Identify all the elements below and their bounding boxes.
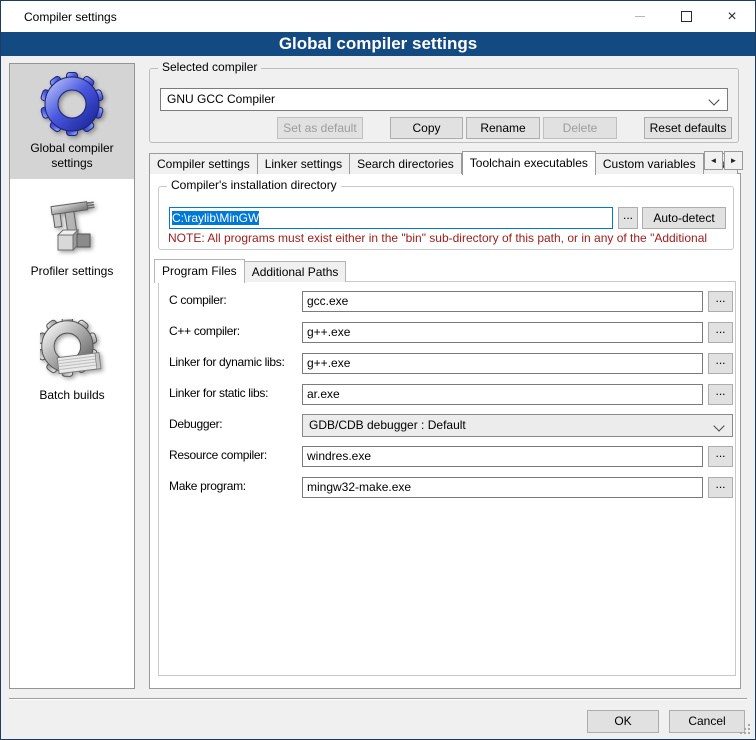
selected-text: C:\raylib\MinGW [172,211,259,225]
chevron-down-icon [708,94,719,105]
sidebar-item-profiler-settings[interactable]: Profiler settings [10,187,134,287]
left-arrow-icon: ◄ [710,156,718,165]
compiler-settings-window: Compiler settings × Global compiler sett… [0,0,756,740]
make-program-input[interactable]: mingw32-make.exe [302,477,703,498]
settings-tabbar: Compiler settings Linker settings Search… [149,150,738,174]
debugger-select-value: GDB/CDB debugger : Default [309,418,466,432]
toolchain-executables-panel: Compiler's installation directory C:\ray… [149,173,741,689]
make-program-browse-button[interactable]: ... [708,477,733,498]
compiler-select[interactable]: GNU GCC Compiler [160,88,728,111]
group-legend: Selected compiler [158,60,261,74]
chevron-down-icon [713,420,724,431]
make-program-label: Make program: [169,479,246,493]
sidebar-item-batch-builds[interactable]: Batch builds [10,311,134,411]
gear-stack-icon [40,319,104,383]
debugger-label: Debugger: [169,417,222,431]
selected-compiler-group: Selected compiler GNU GCC Compiler Set a… [149,68,739,143]
dialog-header-title: Global compiler settings [1,32,755,56]
close-icon: × [727,9,736,25]
subtab-program-files[interactable]: Program Files [154,259,245,283]
reset-defaults-button[interactable]: Reset defaults [644,117,732,139]
cpp-compiler-input[interactable]: g++.exe [302,322,703,343]
copy-button[interactable]: Copy [390,117,463,139]
group-legend: Compiler's installation directory [167,178,341,192]
caption-buttons: × [617,1,755,32]
titlebar: Compiler settings × [1,1,755,32]
tab-scroll-left-button[interactable]: ◄ [704,151,723,170]
install-dir-input[interactable]: C:\raylib\MinGW [169,207,613,229]
resource-compiler-label: Resource compiler: [169,448,267,462]
cpp-compiler-label: C++ compiler: [169,324,240,338]
tab-toolchain-executables[interactable]: Toolchain executables [462,151,596,175]
debugger-select[interactable]: GDB/CDB debugger : Default [302,414,733,437]
c-compiler-browse-button[interactable]: ... [708,291,733,312]
rename-button[interactable]: Rename [466,117,540,139]
dynamic-linker-label: Linker for dynamic libs: [169,355,285,369]
caliper-icon [40,195,104,259]
maximize-button[interactable] [663,1,709,32]
tab-compiler-settings[interactable]: Compiler settings [149,153,258,174]
compiler-buttons-row: Set as default Copy Rename Delete Reset … [160,117,732,139]
delete-button: Delete [543,117,617,139]
tab-scroll-right-button[interactable]: ► [724,151,743,170]
maximize-icon [681,11,692,22]
close-button[interactable]: × [709,1,755,32]
static-linker-label: Linker for static libs: [169,386,268,400]
tab-search-directories[interactable]: Search directories [350,153,462,174]
set-as-default-button: Set as default [277,117,363,139]
dynamic-linker-browse-button[interactable]: ... [708,353,733,374]
footer-separator [9,698,747,700]
compiler-select-value: GNU GCC Compiler [167,92,275,106]
note-text: NOTE: All programs must exist either in … [168,231,740,245]
sidebar-item-label: Global compiler settings [12,141,132,171]
subtab-additional-paths[interactable]: Additional Paths [245,261,347,282]
static-linker-browse-button[interactable]: ... [708,384,733,405]
sidebar-item-label: Batch builds [12,388,132,403]
window-title: Compiler settings [1,10,117,24]
install-dir-browse-button[interactable]: ... [618,207,638,229]
cancel-button[interactable]: Cancel [669,710,745,733]
tab-linker-settings[interactable]: Linker settings [258,153,350,174]
resource-compiler-input[interactable]: windres.exe [302,446,703,467]
resource-compiler-browse-button[interactable]: ... [708,446,733,467]
sidebar-item-global-compiler-settings[interactable]: Global compiler settings [10,64,134,179]
tab-custom-variables[interactable]: Custom variables [596,153,704,174]
gear-blue-icon [40,72,104,136]
ok-button[interactable]: OK [587,710,659,733]
resize-grip[interactable] [739,723,752,736]
settings-category-sidebar: Global compiler settings [9,63,135,689]
program-files-tabbar: Program Files Additional Paths [154,258,346,282]
c-compiler-input[interactable]: gcc.exe [302,291,703,312]
program-files-panel: C compiler: gcc.exe ... C++ compiler: g+… [158,281,736,676]
minimize-button[interactable] [617,1,663,32]
c-compiler-label: C compiler: [169,293,226,307]
autodetect-button[interactable]: Auto-detect [642,207,726,229]
cpp-compiler-browse-button[interactable]: ... [708,322,733,343]
dynamic-linker-input[interactable]: g++.exe [302,353,703,374]
sidebar-item-label: Profiler settings [12,264,132,279]
right-arrow-icon: ► [730,156,738,165]
static-linker-input[interactable]: ar.exe [302,384,703,405]
tab-scroll-buttons: ◄ ► [703,151,743,170]
minimize-icon [635,16,645,17]
